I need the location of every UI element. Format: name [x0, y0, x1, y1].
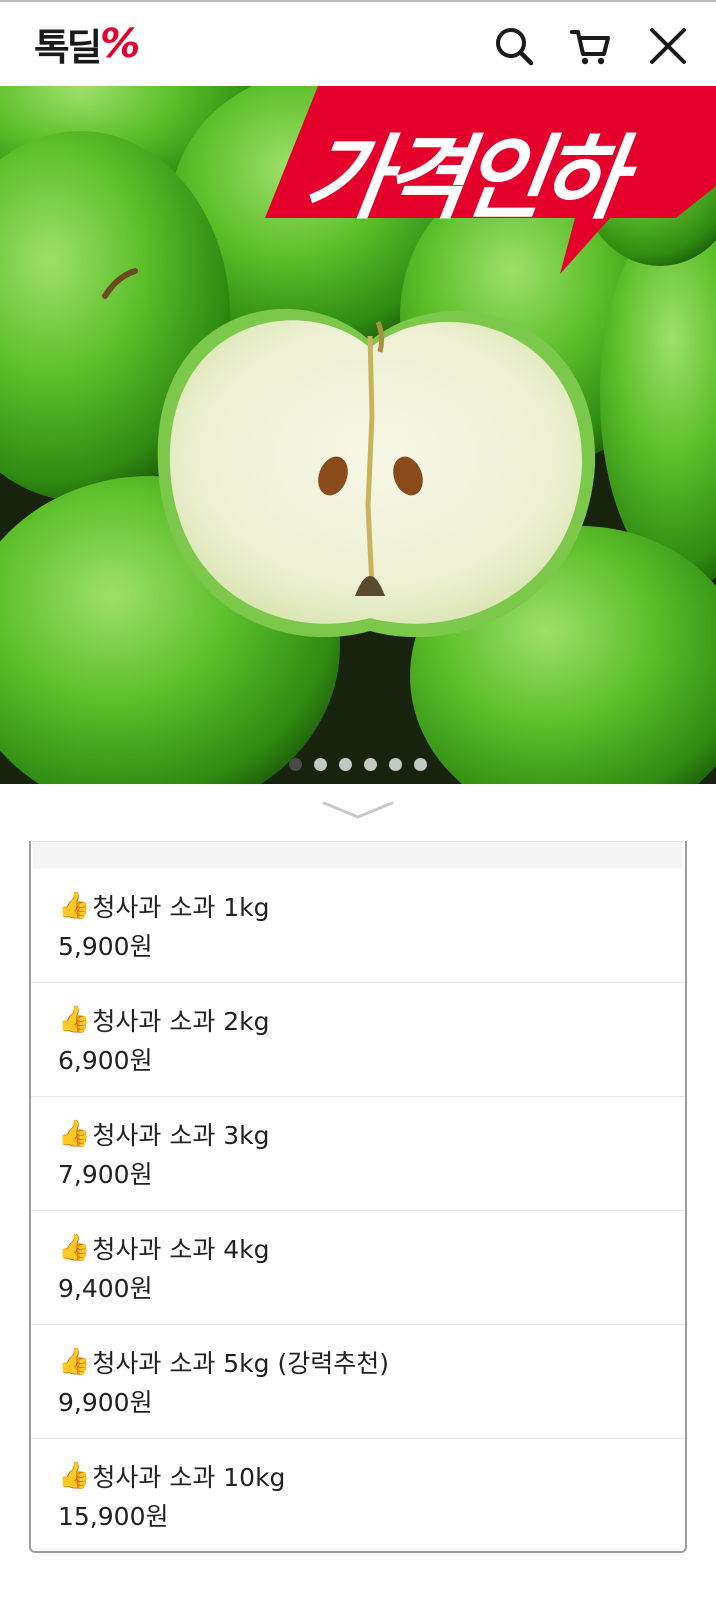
thumbs-up-icon: 👍 — [58, 1461, 91, 1491]
chevron-down-icon — [322, 801, 394, 819]
search-button[interactable] — [492, 24, 536, 68]
option-price: 5,900원 — [58, 932, 153, 961]
option-name: 청사과 소과 4kg — [92, 1235, 270, 1264]
logo[interactable]: 톡딜 % — [34, 20, 140, 69]
option-name: 청사과 소과 3kg — [92, 1121, 270, 1150]
carousel-dot[interactable] — [339, 758, 352, 771]
option-list: 👍 청사과 소과 1kg 5,900원 👍 청사과 소과 2kg 6,900원 … — [29, 841, 687, 1553]
logo-text: 톡딜 — [34, 26, 102, 69]
carousel-dot[interactable] — [314, 758, 327, 771]
thumbs-up-icon: 👍 — [58, 1233, 91, 1263]
logo-mark: % — [100, 21, 140, 67]
option-item[interactable]: 👍 청사과 소과 10kg 15,900원 — [31, 1439, 685, 1551]
option-name: 청사과 소과 2kg — [92, 1007, 270, 1036]
cart-icon — [570, 30, 610, 65]
option-item[interactable]: 👍 청사과 소과 2kg 6,900원 — [31, 983, 685, 1097]
carousel-indicator — [0, 758, 716, 778]
option-price: 6,900원 — [58, 1046, 153, 1075]
search-icon — [496, 28, 534, 66]
product-image-carousel[interactable]: 가격인하 — [0, 86, 716, 784]
thumbs-up-icon: 👍 — [58, 891, 91, 921]
carousel-dot[interactable] — [289, 758, 302, 771]
option-name: 청사과 소과 5kg (강력추천) — [92, 1349, 389, 1378]
option-price: 9,900원 — [58, 1388, 153, 1417]
option-item[interactable]: 👍 청사과 소과 4kg 9,400원 — [31, 1211, 685, 1325]
cart-button[interactable] — [568, 24, 612, 68]
option-list-header — [33, 841, 683, 869]
thumbs-up-icon: 👍 — [58, 1347, 91, 1377]
carousel-dot[interactable] — [414, 758, 427, 771]
collapse-options-button[interactable] — [318, 795, 398, 825]
close-icon — [650, 28, 686, 64]
thumbs-up-icon: 👍 — [58, 1005, 91, 1035]
thumbs-up-icon: 👍 — [58, 1119, 91, 1149]
top-bar: 톡딜 % — [0, 0, 716, 86]
close-button[interactable] — [646, 24, 690, 68]
option-name: 청사과 소과 1kg — [92, 893, 270, 922]
option-price: 7,900원 — [58, 1160, 153, 1189]
carousel-dot[interactable] — [364, 758, 377, 771]
option-item[interactable]: 👍 청사과 소과 5kg (강력추천) 9,900원 — [31, 1325, 685, 1439]
green-apple-image — [0, 86, 716, 784]
option-name: 청사과 소과 10kg — [92, 1463, 286, 1492]
option-price: 15,900원 — [58, 1502, 169, 1531]
option-price: 9,400원 — [58, 1274, 153, 1303]
carousel-dot[interactable] — [389, 758, 402, 771]
option-item[interactable]: 👍 청사과 소과 3kg 7,900원 — [31, 1097, 685, 1211]
option-item[interactable]: 👍 청사과 소과 1kg 5,900원 — [31, 869, 685, 983]
